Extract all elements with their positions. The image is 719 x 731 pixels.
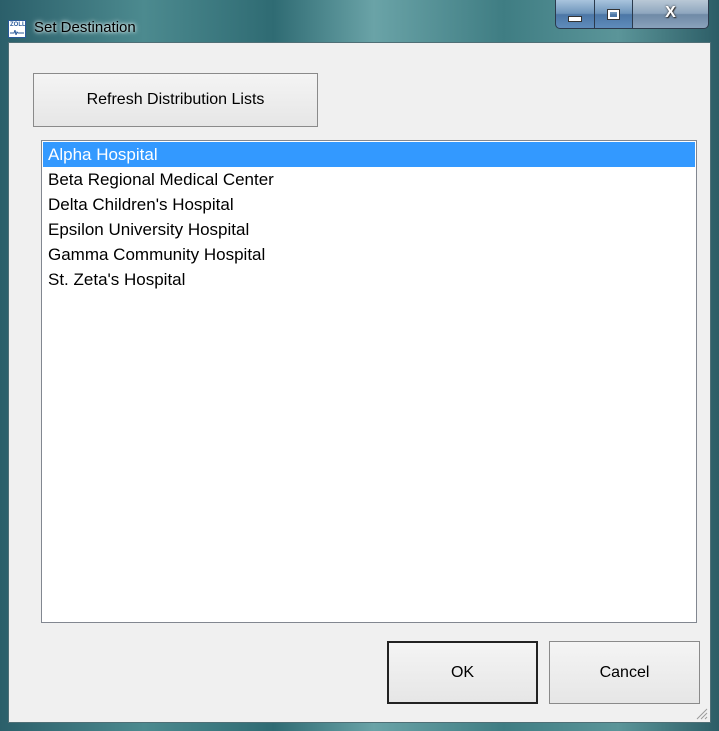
maximize-button[interactable] <box>595 0 633 29</box>
cancel-button[interactable]: Cancel <box>549 641 700 704</box>
close-icon: X <box>665 4 676 21</box>
zoll-app-icon[interactable]: ZOLL <box>8 20 26 38</box>
list-item[interactable]: Delta Children's Hospital <box>43 192 695 217</box>
caption-buttons: X <box>555 0 709 30</box>
app-icon-text: ZOLL <box>10 22 26 28</box>
resize-grip-icon[interactable] <box>694 706 708 720</box>
maximize-icon <box>607 8 620 20</box>
list-item[interactable]: Beta Regional Medical Center <box>43 167 695 192</box>
list-item[interactable]: St. Zeta's Hospital <box>43 267 695 292</box>
list-item[interactable]: Alpha Hospital <box>43 142 695 167</box>
ecg-wave-icon <box>10 30 24 35</box>
dialog-client-area: Refresh Distribution Lists Alpha Hospita… <box>8 42 711 723</box>
list-item[interactable]: Epsilon University Hospital <box>43 217 695 242</box>
title-bar[interactable]: ZOLL Set Destination X <box>0 0 719 42</box>
refresh-distribution-lists-button[interactable]: Refresh Distribution Lists <box>33 73 318 127</box>
destination-listbox[interactable]: Alpha Hospital Beta Regional Medical Cent… <box>41 140 697 623</box>
close-button[interactable]: X <box>633 0 709 29</box>
set-destination-window: ZOLL Set Destination X Refresh Distribut… <box>0 0 719 731</box>
ok-button[interactable]: OK <box>387 641 538 704</box>
minimize-button[interactable] <box>555 0 595 29</box>
minimize-icon <box>568 15 582 22</box>
list-item[interactable]: Gamma Community Hospital <box>43 242 695 267</box>
window-title: Set Destination <box>34 19 136 36</box>
